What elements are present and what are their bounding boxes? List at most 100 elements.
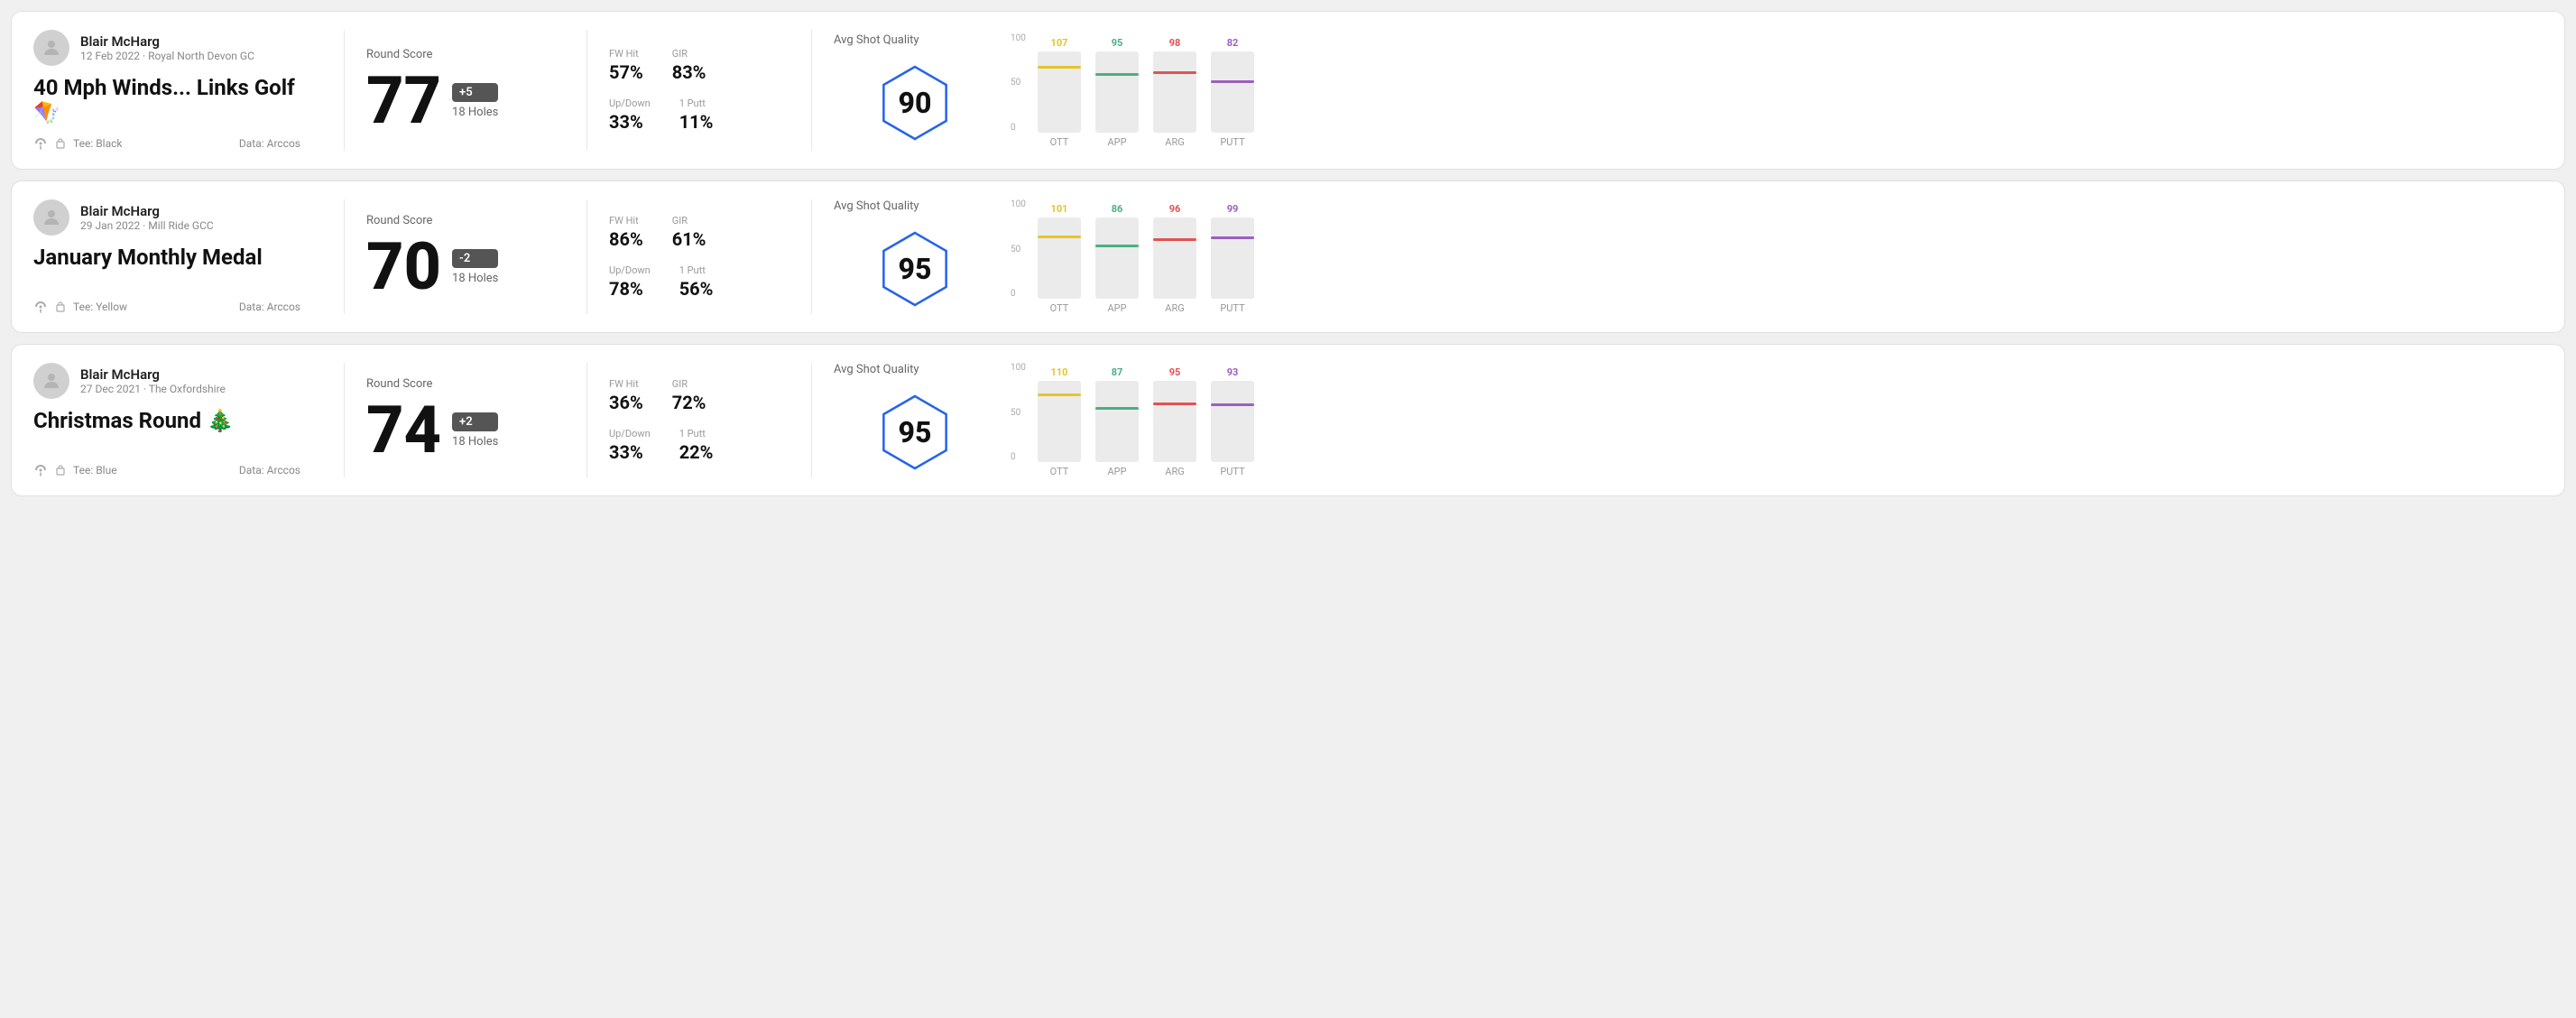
updown-value: 33%: [609, 111, 651, 133]
y-label-100: 100: [1011, 363, 1026, 373]
oneputt-label: 1 Putt: [679, 264, 714, 276]
avg-shot-quality-label: Avg Shot Quality: [834, 199, 919, 213]
x-label-ott: OTT: [1038, 302, 1081, 314]
divider: [586, 199, 587, 314]
weather-icon: [33, 136, 48, 151]
bar-background: [1211, 51, 1254, 133]
bar-value-putt: 82: [1227, 37, 1239, 49]
y-labels: 100 50 0: [1011, 363, 1026, 462]
tee-info: Tee: Yellow: [33, 300, 127, 314]
updown-stat: Up/Down 33%: [609, 428, 651, 463]
avatar: [33, 30, 69, 66]
gir-label: GIR: [672, 48, 706, 60]
divider: [586, 363, 587, 477]
round-title: 40 Mph Winds... Links Golf 🪁: [33, 75, 300, 125]
avg-shot-quality-label: Avg Shot Quality: [834, 33, 919, 47]
bar-line: [1038, 236, 1081, 238]
bar-line: [1153, 71, 1196, 74]
stats-section: FW Hit 86% GIR 61% Up/Down 78% 1 Putt 56…: [609, 199, 789, 314]
round-card: Blair McHarg 27 Dec 2021 · The Oxfordshi…: [11, 344, 2565, 496]
hexagon-container: 90: [870, 58, 960, 148]
tee-label: Tee: Blue: [73, 464, 117, 477]
bars-container: 100 50 0 101 86 96: [1011, 199, 2543, 299]
score-badge: +2: [452, 412, 498, 431]
x-label-putt: PUTT: [1211, 302, 1254, 314]
oneputt-stat: 1 Putt 11%: [679, 97, 714, 133]
score-display: 77 +5 18 Holes: [366, 69, 565, 134]
score-number: 74: [366, 398, 441, 463]
x-label-ott: OTT: [1038, 136, 1081, 148]
score-section: Round Score 77 +5 18 Holes: [366, 30, 565, 151]
oneputt-label: 1 Putt: [679, 97, 714, 109]
y-labels: 100 50 0: [1011, 33, 1026, 133]
fw-hit-label: FW Hit: [609, 48, 643, 60]
bars-container: 100 50 0 110 87 95: [1011, 363, 2543, 462]
divider: [344, 199, 345, 314]
gir-value: 72%: [672, 392, 706, 413]
y-label-50: 50: [1011, 78, 1026, 88]
bar-value-app: 95: [1112, 37, 1123, 49]
bar-value-arg: 96: [1169, 203, 1181, 215]
gir-value: 61%: [672, 228, 706, 250]
tee-label: Tee: Yellow: [73, 301, 127, 313]
x-label-arg: ARG: [1153, 466, 1196, 477]
updown-value: 33%: [609, 441, 651, 463]
bar-line: [1211, 80, 1254, 83]
bar-col-app: 86: [1095, 217, 1139, 299]
data-source: Data: Arccos: [239, 464, 300, 477]
score-meta: +5 18 Holes: [452, 83, 498, 119]
bar-col-ott: 110: [1038, 381, 1081, 462]
chart-wrapper: 100 50 0 101 86 96: [996, 199, 2543, 314]
updown-label: Up/Down: [609, 264, 651, 276]
bag-icon: [53, 136, 68, 151]
bottom-info: Tee: Blue Data: Arccos: [33, 463, 300, 477]
divider: [811, 363, 812, 477]
bar-background: [1153, 381, 1196, 462]
fw-hit-value: 36%: [609, 392, 643, 413]
chart-inner: 100 50 0 110 87 95: [1011, 363, 2543, 477]
stats-row-bottom: Up/Down 33% 1 Putt 11%: [609, 97, 789, 133]
oneputt-value: 56%: [679, 278, 714, 300]
tee-info: Tee: Black: [33, 136, 122, 151]
bar-value-app: 87: [1112, 366, 1123, 378]
bar-background: [1211, 217, 1254, 299]
stats-row-top: FW Hit 36% GIR 72%: [609, 378, 789, 413]
divider: [344, 30, 345, 151]
score-meta: -2 18 Holes: [452, 249, 498, 285]
bar-col-ott: 101: [1038, 217, 1081, 299]
stats-section: FW Hit 57% GIR 83% Up/Down 33% 1 Putt 11…: [609, 30, 789, 151]
round-left-section: Blair McHarg 12 Feb 2022 · Royal North D…: [33, 30, 322, 151]
bar-line: [1095, 245, 1139, 247]
bar-col-putt: 93: [1211, 381, 1254, 462]
score-badge: +5: [452, 83, 498, 102]
y-label-50: 50: [1011, 408, 1026, 418]
bar-value-arg: 95: [1169, 366, 1181, 378]
bar-background: [1095, 217, 1139, 299]
gir-label: GIR: [672, 378, 706, 390]
date-course: 27 Dec 2021 · The Oxfordshire: [80, 383, 226, 395]
hexagon-container: 95: [870, 224, 960, 314]
holes-text: 18 Holes: [452, 106, 498, 119]
bar-value-app: 86: [1112, 203, 1123, 215]
score-section: Round Score 74 +2 18 Holes: [366, 363, 565, 477]
bottom-info: Tee: Yellow Data: Arccos: [33, 300, 300, 314]
x-label-arg: ARG: [1153, 302, 1196, 314]
bar-background: [1038, 51, 1081, 133]
chart-wrapper: 100 50 0 107 95 98: [996, 30, 2543, 151]
stats-section: FW Hit 36% GIR 72% Up/Down 33% 1 Putt 22…: [609, 363, 789, 477]
updown-stat: Up/Down 33%: [609, 97, 651, 133]
weather-icon: [33, 463, 48, 477]
y-label-0: 0: [1011, 452, 1026, 462]
data-source: Data: Arccos: [239, 301, 300, 313]
quality-section: Avg Shot Quality 95: [834, 363, 996, 477]
score-section: Round Score 70 -2 18 Holes: [366, 199, 565, 314]
x-label-ott: OTT: [1038, 466, 1081, 477]
bar-background: [1095, 51, 1139, 133]
round-score-label: Round Score: [366, 377, 565, 391]
bar-background: [1153, 217, 1196, 299]
x-label-arg: ARG: [1153, 136, 1196, 148]
fw-hit-label: FW Hit: [609, 215, 643, 227]
y-label-0: 0: [1011, 289, 1026, 299]
bar-col-arg: 96: [1153, 217, 1196, 299]
fw-hit-value: 57%: [609, 61, 643, 83]
